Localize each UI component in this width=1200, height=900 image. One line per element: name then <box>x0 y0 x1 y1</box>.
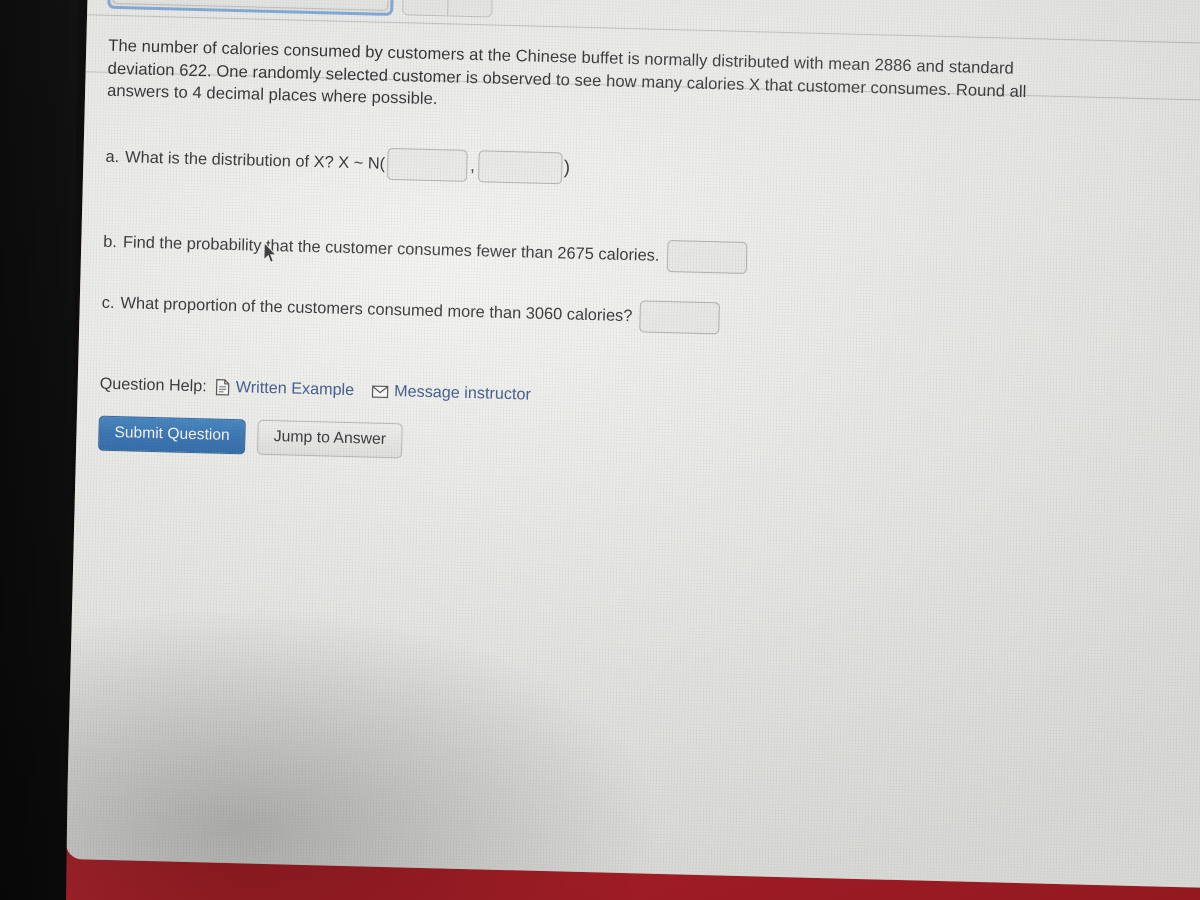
jump-to-answer-button[interactable]: Jump to Answer <box>257 419 403 459</box>
part-c-text: What proportion of the customers consume… <box>120 293 633 325</box>
screen-panel: Question 17 ▼ ‹ › The number of calories… <box>0 0 1200 900</box>
mouse-pointer-icon <box>263 241 279 264</box>
next-question-button[interactable]: › <box>447 0 493 17</box>
action-button-row: Submit Question Jump to Answer <box>98 415 403 459</box>
laptop-screen-photo: Question 17 ▼ ‹ › The number of calories… <box>0 0 1200 900</box>
question-help-row: Question Help: Written Example Message i… <box>99 375 531 405</box>
part-a-text: What is the distribution of X? X ~ N( <box>124 147 386 173</box>
envelope-icon <box>371 384 388 398</box>
message-instructor-link[interactable]: Message instructor <box>371 382 531 405</box>
mean-input[interactable] <box>386 147 468 182</box>
message-instructor-label: Message instructor <box>393 382 532 404</box>
jump-to-answer-label: Jump to Answer <box>273 428 387 448</box>
document-icon <box>215 379 230 396</box>
part-b-text: Find the probability that the customer c… <box>122 232 660 265</box>
prev-question-button[interactable]: ‹ <box>403 0 449 16</box>
written-example-label: Written Example <box>235 378 355 400</box>
proportion-input[interactable] <box>638 300 720 335</box>
written-example-link[interactable]: Written Example <box>215 378 355 400</box>
sd-input[interactable] <box>477 150 563 185</box>
probability-input[interactable] <box>667 240 748 275</box>
part-a-separator: , <box>469 155 476 176</box>
question-select-focus-ring: Question 17 ▼ <box>107 0 395 16</box>
question-part-b: b. Find the probability that the custome… <box>103 226 750 275</box>
part-a-marker: a. <box>105 147 120 166</box>
part-b-marker: b. <box>103 232 118 251</box>
question-part-c: c. What proportion of the customers cons… <box>101 287 721 335</box>
submit-question-button[interactable]: Submit Question <box>98 415 247 455</box>
part-a-close-paren: ) <box>563 157 571 179</box>
submit-question-label: Submit Question <box>114 424 230 444</box>
prev-next-group: ‹ › <box>402 0 494 18</box>
part-c-marker: c. <box>101 293 115 312</box>
chevron-right-icon: › <box>467 0 474 1</box>
question-part-a: a. What is the distribution of X? X ~ N(… <box>105 141 570 185</box>
quiz-page: Question 17 ▼ ‹ › The number of calories… <box>65 0 1200 890</box>
question-help-label: Question Help: <box>99 374 207 396</box>
question-select[interactable]: Question 17 ▼ <box>112 0 390 11</box>
question-prompt: The number of calories consumed by custo… <box>106 35 1027 109</box>
